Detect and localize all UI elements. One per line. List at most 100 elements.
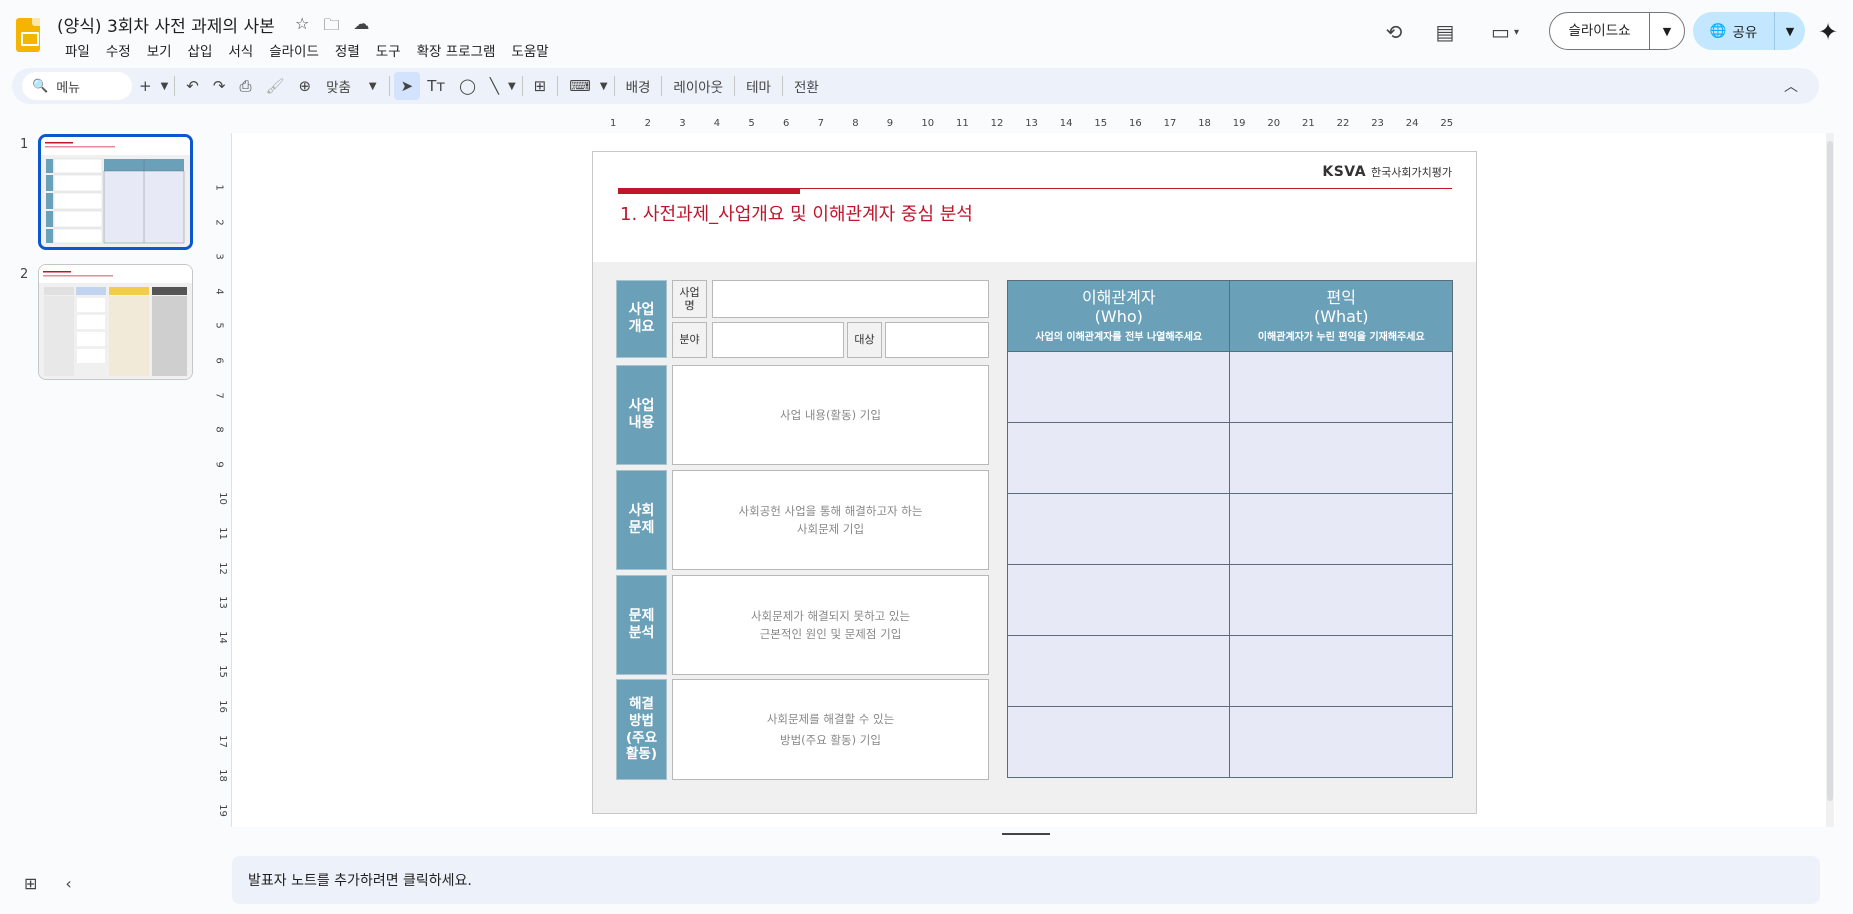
field-input[interactable] bbox=[712, 322, 844, 358]
collapse-filmstrip-icon[interactable]: ‹ bbox=[65, 874, 71, 893]
notes-resize-handle[interactable] bbox=[1002, 833, 1050, 835]
cloud-status-icon[interactable]: ☁ bbox=[353, 14, 369, 41]
menu-item[interactable]: 도움말 bbox=[503, 38, 556, 62]
theme-button[interactable]: 테마 bbox=[739, 72, 778, 100]
comments-icon[interactable]: ▤ bbox=[1431, 18, 1459, 46]
vertical-scrollbar[interactable] bbox=[1826, 133, 1834, 827]
table-cell[interactable] bbox=[1006, 422, 1231, 494]
print-icon[interactable]: ⎙ bbox=[232, 72, 258, 100]
zoom-select[interactable]: 맞춤 ▼ bbox=[318, 76, 385, 96]
document-title[interactable]: (양식) 3회차 사전 과제의 사본 bbox=[57, 12, 275, 37]
zoom-icon[interactable]: ⊕ bbox=[292, 72, 319, 100]
header-title: 편익 (What) bbox=[1313, 288, 1369, 326]
insert-comment-icon[interactable]: ⊞ bbox=[527, 72, 554, 100]
ruler-tick-label: 20 bbox=[1267, 118, 1281, 129]
menu-item[interactable]: 파일 bbox=[57, 38, 98, 62]
menu-item[interactable]: 확장 프로그램 bbox=[409, 38, 504, 62]
header-subtitle: 사업의 이해관계자를 전부 나열해주세요 bbox=[1035, 331, 1203, 343]
row-label[interactable]: 해결 방법 (주요 활동) bbox=[616, 679, 667, 780]
grid-view-icon[interactable]: ⊞ bbox=[24, 874, 37, 893]
move-folder-icon[interactable]: 🗀 bbox=[323, 14, 339, 41]
menu-item[interactable]: 도구 bbox=[368, 38, 409, 62]
shape-icon[interactable]: ◯ bbox=[452, 72, 483, 100]
table-cell[interactable] bbox=[1229, 564, 1453, 636]
slide[interactable]: KSVA 한국사회가치평가 1. 사전과제_사업개요 및 이해관계자 중심 분석… bbox=[592, 151, 1477, 814]
slide-title[interactable]: 1. 사전과제_사업개요 및 이해관계자 중심 분석 bbox=[620, 200, 973, 226]
table-row bbox=[1006, 493, 1453, 565]
horizontal-ruler[interactable]: 1 2 3 4 5 6 7 8 9 10 11 12 13 14 15 16 17 18 19 20 21 22 23 24 2… bbox=[592, 118, 1472, 132]
chevron-down-icon[interactable]: ▼ bbox=[1650, 25, 1684, 38]
table-cell[interactable] bbox=[1229, 635, 1453, 707]
slide-thumbnail-1[interactable] bbox=[38, 134, 193, 250]
toolbar-divider bbox=[521, 76, 523, 96]
collapse-toolbar-icon[interactable]: ︿ bbox=[1777, 72, 1805, 100]
slideshow-label[interactable]: 슬라이드쇼 bbox=[1550, 13, 1650, 49]
menu-item[interactable]: 수정 bbox=[98, 38, 139, 62]
transition-button[interactable]: 전환 bbox=[787, 72, 826, 100]
select-cursor-icon[interactable]: ➤ bbox=[393, 72, 421, 100]
ruler-tick-label: 9 bbox=[886, 118, 894, 129]
slideshow-button[interactable]: 슬라이드쇼 ▼ bbox=[1549, 12, 1685, 50]
ruler-tick-label: 10 bbox=[921, 118, 935, 129]
social-problem-box[interactable]: 사회공헌 사업을 통해 해결하고자 하는 사회문제 기입 bbox=[672, 470, 989, 570]
ruler-tick-label: 23 bbox=[1371, 118, 1384, 129]
solution-box[interactable]: 사회문제를 해결할 수 있는 방법(주요 활동) 기입 bbox=[672, 679, 989, 780]
background-button[interactable]: 배경 bbox=[619, 72, 658, 100]
star-icon[interactable]: ☆ bbox=[295, 14, 309, 41]
line-icon[interactable]: ╲ bbox=[483, 72, 506, 100]
slide-thumbnail-2[interactable] bbox=[38, 264, 193, 380]
table-cell[interactable] bbox=[1006, 351, 1231, 423]
menu-item[interactable]: 서식 bbox=[220, 38, 261, 62]
table-header-who[interactable]: 이해관계자 (Who) 사업의 이해관계자를 전부 나열해주세요 bbox=[1006, 280, 1231, 352]
chevron-down-icon[interactable]: ▼ bbox=[159, 72, 171, 100]
table-cell[interactable] bbox=[1006, 635, 1231, 707]
stakeholder-table[interactable]: 이해관계자 (Who) 사업의 이해관계자를 전부 나열해주세요 편익 (Wha… bbox=[1006, 280, 1453, 778]
table-header-what[interactable]: 편익 (What) 이해관계자가 누린 편익을 기재해주세요 bbox=[1229, 280, 1453, 352]
problem-analysis-box[interactable]: 사회문제가 해결되지 못하고 있는 근본적인 원인 및 문제점 기입 bbox=[672, 575, 989, 675]
menu-item[interactable]: 삽입 bbox=[180, 38, 221, 62]
business-content-box[interactable]: 사업 내용(활동) 기입 bbox=[672, 365, 989, 465]
table-cell[interactable] bbox=[1229, 351, 1453, 423]
globe-icon: 🌐 bbox=[1709, 23, 1727, 39]
table-cell[interactable] bbox=[1006, 564, 1231, 636]
gemini-sparkle-icon[interactable]: ✦ bbox=[1818, 18, 1838, 46]
undo-icon[interactable]: ↶ bbox=[179, 72, 206, 100]
menu-item[interactable]: 정렬 bbox=[327, 38, 368, 62]
chevron-down-icon[interactable]: ▼ bbox=[506, 72, 518, 100]
overview-label[interactable]: 사업 개요 bbox=[616, 280, 667, 358]
speaker-notes[interactable]: 발표자 노트를 추가하려면 클릭하세요. bbox=[232, 856, 1820, 904]
row-label[interactable]: 사회 문제 bbox=[616, 470, 667, 570]
input-tools-icon[interactable]: ⌨ bbox=[562, 72, 598, 100]
row-label[interactable]: 사업 내용 bbox=[616, 365, 667, 465]
share-button[interactable]: 🌐 공유 ▼ bbox=[1693, 12, 1805, 50]
menu-item[interactable]: 보기 bbox=[139, 38, 180, 62]
text-box-icon[interactable]: Tт bbox=[420, 72, 452, 100]
table-cell[interactable] bbox=[1229, 706, 1453, 778]
toolbar-divider bbox=[613, 76, 615, 96]
field-label[interactable]: 분야 bbox=[672, 322, 707, 358]
layout-button[interactable]: 레이아웃 bbox=[666, 72, 730, 100]
menu-search[interactable]: 🔍 메뉴 bbox=[22, 72, 132, 100]
chevron-down-icon[interactable]: ▼ bbox=[598, 72, 610, 100]
business-name-field[interactable] bbox=[712, 280, 989, 318]
chevron-down-icon[interactable]: ▼ bbox=[1775, 25, 1805, 38]
version-history-icon[interactable]: ⟲ bbox=[1380, 18, 1408, 46]
brand-logo: KSVA 한국사회가치평가 bbox=[1322, 164, 1452, 180]
new-slide-icon[interactable]: + bbox=[132, 72, 159, 100]
ruler-tick-label: 19 bbox=[216, 803, 228, 817]
row-label[interactable]: 문제 분석 bbox=[616, 575, 667, 675]
vertical-ruler[interactable]: 1 2 3 4 5 6 7 8 9 10 11 12 13 14 15 16 17 18 19 bbox=[214, 150, 230, 816]
redo-icon[interactable]: ↷ bbox=[206, 72, 233, 100]
target-label[interactable]: 대상 bbox=[847, 322, 882, 358]
menu-item[interactable]: 슬라이드 bbox=[261, 38, 327, 62]
table-cell[interactable] bbox=[1229, 493, 1453, 565]
table-cell[interactable] bbox=[1229, 422, 1453, 494]
target-input[interactable] bbox=[885, 322, 989, 358]
paint-format-icon[interactable]: 🖌 bbox=[258, 72, 291, 100]
table-cell[interactable] bbox=[1006, 706, 1231, 778]
slides-logo-icon[interactable] bbox=[16, 18, 40, 52]
business-name-label[interactable]: 사업 명 bbox=[672, 280, 707, 318]
slide-thumbnail-preview bbox=[41, 137, 190, 247]
table-cell[interactable] bbox=[1006, 493, 1231, 565]
meet-icon[interactable]: ▭ ▾ bbox=[1483, 18, 1527, 46]
